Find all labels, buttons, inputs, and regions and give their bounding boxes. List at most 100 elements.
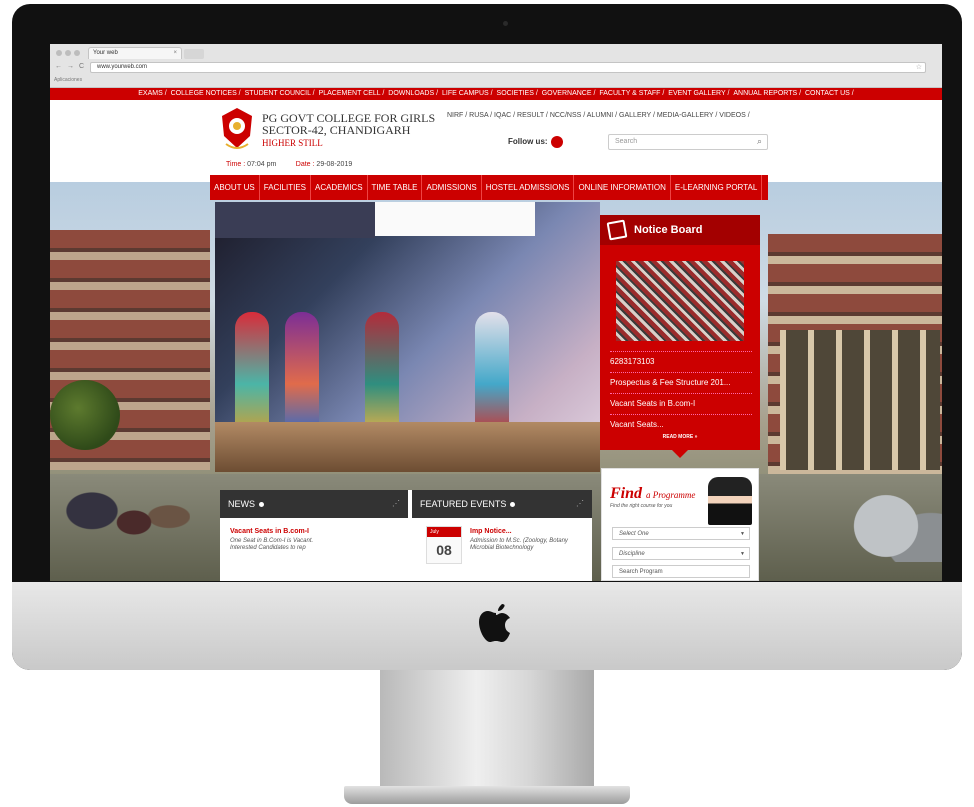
window-controls[interactable] <box>56 50 80 56</box>
top-menu-student-council[interactable]: STUDENT COUNCIL / <box>245 90 315 97</box>
notice-item[interactable]: Prospectus & Fee Structure 201... <box>610 372 752 393</box>
top-menu-contact-us[interactable]: CONTACT US / <box>805 90 854 97</box>
news-header-label: NEWS <box>228 499 255 509</box>
top-menu-placement-cell[interactable]: PLACEMENT CELL / <box>319 90 385 97</box>
nav-time-table[interactable]: TIME TABLE <box>368 175 423 200</box>
notice-board: Notice Board 6283173103 Prospectus & Fee… <box>600 215 760 458</box>
rss-icon[interactable]: ⋰ <box>392 490 400 518</box>
chevron-down-icon: ▼ <box>740 551 745 557</box>
notice-board-title: Notice Board <box>634 224 703 236</box>
college-name[interactable]: PG GOVT COLLEGE FOR GIRLS SECTOR-42, CHA… <box>262 112 435 149</box>
date-label: Date : <box>295 161 315 168</box>
notice-item[interactable]: Vacant Seats in B.com-I <box>610 393 752 414</box>
follow-us: Follow us: <box>508 136 563 148</box>
top-menu-annual-reports[interactable]: ANNUAL REPORTS / <box>733 90 801 97</box>
notice-image[interactable] <box>616 261 744 341</box>
nav-buttons: ← → C <box>55 63 84 70</box>
chevron-down-icon: ▼ <box>740 531 745 537</box>
search-input[interactable]: Search ⌕ <box>608 134 768 150</box>
event-body: Admission to M.Sc. (Zoology, Botany Micr… <box>470 538 568 551</box>
search-placeholder: Search <box>615 138 638 145</box>
nav-online-information[interactable]: ONLINE INFORMATION <box>574 175 671 200</box>
read-more-link[interactable]: READ MORE » <box>600 434 760 440</box>
top-menu-faculty[interactable]: FACULTY & STAFF / <box>599 90 664 97</box>
quick-links[interactable]: NIRF / RUSA / IQAC / RESULT / NCC/NSS / … <box>447 112 750 119</box>
dancer-figure <box>365 312 399 432</box>
nav-about-us[interactable]: ABOUT US <box>210 175 260 200</box>
find-programme-title: Find a Programme <box>610 485 695 503</box>
follow-label: Follow us: <box>508 137 548 147</box>
slide-tile <box>215 202 375 238</box>
find-title-big: Find <box>610 485 643 502</box>
reload-icon[interactable]: C <box>79 63 84 70</box>
top-menu-societies[interactable]: SOCIETIES / <box>497 90 538 97</box>
notice-board-icon <box>606 219 628 241</box>
nav-e-learning-portal[interactable]: E-LEARNING PORTAL <box>671 175 763 200</box>
time-date-bar: Time : 07:04 pm Date : 29-08-2019 <box>226 161 352 168</box>
notice-item[interactable]: 6283173103 <box>610 351 752 372</box>
top-menu: EXAMS / COLLEGE NOTICES / STUDENT COUNCI… <box>50 88 942 100</box>
time-label: Time : <box>226 161 246 168</box>
site-header: PG GOVT COLLEGE FOR GIRLS SECTOR-42, CHA… <box>50 100 942 182</box>
url-text: www.yourweb.com <box>97 64 148 70</box>
bookmarks-bar[interactable]: Aplicaciones <box>54 77 82 83</box>
calendar-icon: July 08 <box>426 526 462 564</box>
screen: Your web × ← → C www.yourweb.com ☆ Aplicac… <box>50 44 942 581</box>
address-bar[interactable]: www.yourweb.com ☆ <box>90 62 926 73</box>
cars-image <box>830 472 942 562</box>
calendar-month: July <box>427 527 461 537</box>
news-events-row: NEWS ⋰ FEATURED EVENTS ⋰ Vacant Seats in B… <box>220 490 592 581</box>
news-header: NEWS ⋰ <box>220 490 408 518</box>
news-item-title[interactable]: Vacant Seats in B.com-I <box>230 528 309 535</box>
top-menu-event-gallery[interactable]: EVENT GALLERY / <box>668 90 729 97</box>
tree <box>50 380 120 450</box>
news-item-body: One Seat in B.Com-I is Vacant. Intereste… <box>230 538 314 551</box>
search-icon[interactable]: ⌕ <box>757 136 762 147</box>
monitor-stand <box>380 670 594 790</box>
stage <box>215 422 600 472</box>
bookmark-star-icon[interactable]: ☆ <box>916 63 922 71</box>
search-program-input[interactable]: Search Program <box>612 565 750 578</box>
dancer-figure <box>475 312 509 432</box>
graduate-image <box>708 477 752 525</box>
news-dot-icon <box>259 502 264 508</box>
select-one-dropdown[interactable]: Select One ▼ <box>612 527 750 540</box>
rss-icon[interactable]: ⋰ <box>576 490 584 518</box>
time-value: 07:04 pm <box>247 161 277 168</box>
new-tab-button[interactable] <box>184 49 204 59</box>
discipline-value: Discipline <box>619 551 645 557</box>
close-tab-icon[interactable]: × <box>173 50 177 56</box>
notice-arrow <box>672 450 688 458</box>
back-icon[interactable]: ← <box>55 63 62 70</box>
top-menu-downloads[interactable]: DOWNLOADS / <box>388 90 438 97</box>
nav-academics[interactable]: ACADEMICS <box>311 175 368 200</box>
top-menu-life-campus[interactable]: LIFE CAMPUS / <box>442 90 493 97</box>
forward-icon[interactable]: → <box>67 63 74 70</box>
events-header: FEATURED EVENTS ⋰ <box>412 490 592 518</box>
main-nav: ABOUT US FACILITIES ACADEMICS TIME TABLE… <box>210 175 768 200</box>
top-menu-college-notices[interactable]: COLLEGE NOTICES / <box>171 90 241 97</box>
event-title[interactable]: Imp Notice... <box>470 528 512 535</box>
college-crest-icon[interactable] <box>218 106 256 150</box>
events-dot-icon <box>510 502 516 508</box>
discipline-dropdown[interactable]: Discipline ▼ <box>612 547 750 560</box>
find-programme-panel: Find a Programme Find the right course f… <box>601 468 759 581</box>
social-icon[interactable] <box>550 136 563 148</box>
students-image <box>50 464 190 581</box>
notice-list: 6283173103 Prospectus & Fee Structure 20… <box>610 351 752 435</box>
top-menu-governance[interactable]: GOVERNANCE / <box>542 90 596 97</box>
search-program-placeholder: Search Program <box>619 569 663 575</box>
browser-chrome: Your web × ← → C www.yourweb.com ☆ Aplicac… <box>50 44 942 88</box>
events-header-label: FEATURED EVENTS <box>420 499 507 509</box>
nav-admissions[interactable]: ADMISSIONS <box>422 175 482 200</box>
browser-tab[interactable]: Your web × <box>88 47 182 59</box>
notice-item[interactable]: Vacant Seats... <box>610 414 752 435</box>
building-pillars <box>780 330 940 470</box>
nav-facilities[interactable]: FACILITIES <box>260 175 311 200</box>
camera <box>503 21 508 26</box>
top-menu-exams[interactable]: EXAMS / <box>138 90 166 97</box>
date-value: 29-08-2019 <box>316 161 353 168</box>
hero-slideshow[interactable] <box>215 202 600 472</box>
nav-hostel-admissions[interactable]: HOSTEL ADMISSIONS <box>482 175 575 200</box>
monitor-base <box>344 786 630 804</box>
